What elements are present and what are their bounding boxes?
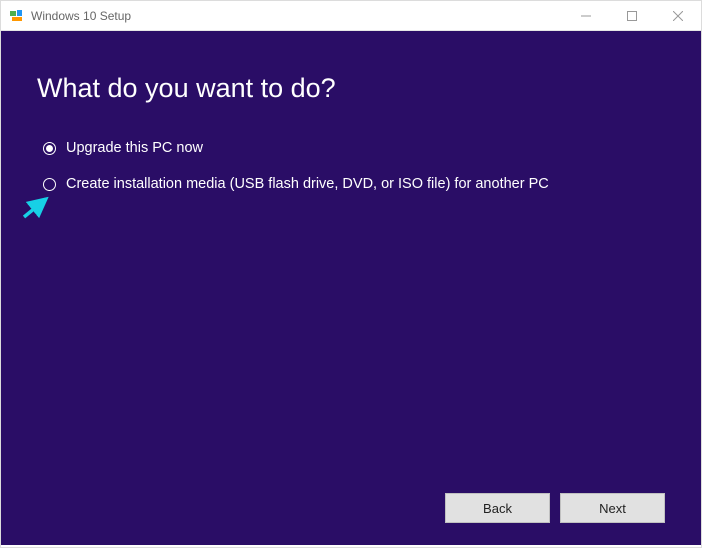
next-button[interactable]: Next xyxy=(560,493,665,523)
windows-setup-icon xyxy=(9,8,25,24)
maximize-button[interactable] xyxy=(609,1,655,31)
radio-icon xyxy=(43,142,56,155)
radio-icon xyxy=(43,178,56,191)
options-group: Upgrade this PC now Create installation … xyxy=(43,138,665,195)
option-create-media[interactable]: Create installation media (USB flash dri… xyxy=(43,174,665,194)
back-button[interactable]: Back xyxy=(445,493,550,523)
option-upgrade-now[interactable]: Upgrade this PC now xyxy=(43,138,665,158)
page-title: What do you want to do? xyxy=(37,73,665,104)
window-controls xyxy=(563,1,701,31)
window-title: Windows 10 Setup xyxy=(31,9,131,23)
minimize-button[interactable] xyxy=(563,1,609,31)
titlebar: Windows 10 Setup xyxy=(1,1,701,31)
close-button[interactable] xyxy=(655,1,701,31)
option-label: Create installation media (USB flash dri… xyxy=(66,174,549,194)
button-row: Back Next xyxy=(445,493,665,523)
option-label: Upgrade this PC now xyxy=(66,138,203,158)
setup-panel: What do you want to do? Upgrade this PC … xyxy=(1,31,701,545)
